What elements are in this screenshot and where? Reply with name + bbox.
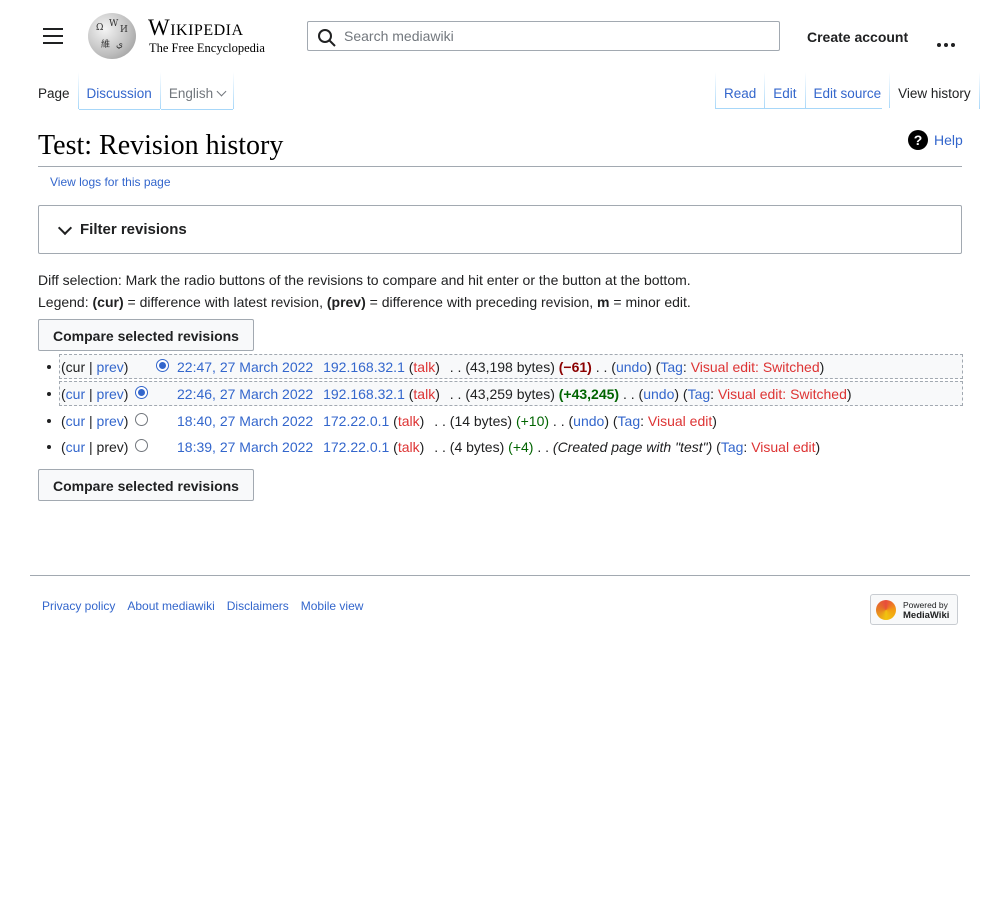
list-item: (cur | prev) 18:39, 27 March 2022 172.22… bbox=[38, 434, 964, 460]
language-dropdown[interactable]: English bbox=[160, 72, 234, 110]
tag-link[interactable]: Tag bbox=[618, 413, 641, 429]
list-item: (cur | prev) 22:47, 27 March 2022 192.16… bbox=[38, 354, 964, 381]
diff-new-radio[interactable] bbox=[135, 386, 148, 399]
more-icon[interactable] bbox=[937, 34, 959, 47]
size-diff: +10 bbox=[520, 413, 545, 429]
undo-link[interactable]: undo bbox=[643, 386, 674, 402]
language-label: English bbox=[168, 86, 214, 101]
powered-by-mediawiki-badge[interactable]: Powered by MediaWiki bbox=[870, 594, 958, 625]
chevron-down-icon bbox=[216, 86, 227, 97]
chevron-down-icon bbox=[57, 220, 73, 236]
revision-list: (cur | prev) 22:47, 27 March 2022 192.16… bbox=[38, 354, 964, 460]
tag-link[interactable]: Tag bbox=[721, 439, 744, 455]
compare-revisions-button-bottom[interactable]: Compare selected revisions bbox=[38, 469, 254, 501]
create-account-link[interactable]: Create account bbox=[807, 29, 908, 45]
cur-label: cur bbox=[65, 359, 86, 375]
list-item: (cur | prev) 22:46, 27 March 2022 192.16… bbox=[38, 381, 964, 408]
help-icon: ? bbox=[908, 130, 928, 150]
search-input[interactable] bbox=[344, 22, 764, 50]
diff-selection-text: Diff selection: Mark the radio buttons o… bbox=[38, 272, 691, 288]
logo-wordmark: Wikipedia bbox=[148, 15, 244, 40]
prev-link[interactable]: prev bbox=[97, 359, 124, 375]
view-logs-link[interactable]: View logs for this page bbox=[50, 175, 171, 189]
revision-date-link[interactable]: 22:47, 27 March 2022 bbox=[177, 359, 313, 375]
wikipedia-globe-icon: ΩWИ維ي bbox=[88, 13, 136, 59]
mobile-view-link[interactable]: Mobile view bbox=[301, 599, 364, 613]
filter-revisions-panel[interactable]: Filter revisions bbox=[38, 205, 962, 254]
byte-size: 43,259 bytes bbox=[470, 386, 551, 402]
footer-links: Privacy policy About mediawiki Disclaime… bbox=[42, 599, 363, 613]
tag-names[interactable]: Visual edit bbox=[648, 413, 712, 429]
filter-revisions-label: Filter revisions bbox=[80, 221, 187, 238]
diff-explanation: Diff selection: Mark the radio buttons o… bbox=[38, 269, 691, 313]
byte-size: 4 bytes bbox=[454, 439, 500, 455]
prev-link[interactable]: prev bbox=[97, 413, 124, 429]
page-title: Test: Revision history bbox=[38, 130, 284, 161]
size-diff: +4 bbox=[512, 439, 529, 455]
undo-link[interactable]: undo bbox=[573, 413, 604, 429]
diff-old-radio[interactable] bbox=[156, 359, 169, 372]
byte-size: 14 bytes bbox=[454, 413, 508, 429]
prev-label: prev bbox=[96, 439, 124, 455]
edit-summary: (Created page with "test") bbox=[552, 439, 713, 455]
privacy-policy-link[interactable]: Privacy policy bbox=[42, 599, 115, 613]
talk-link[interactable]: talk bbox=[413, 359, 435, 375]
title-divider bbox=[38, 166, 962, 167]
disclaimers-link[interactable]: Disclaimers bbox=[227, 599, 289, 613]
tab-view-history[interactable]: View history bbox=[890, 72, 979, 109]
user-link[interactable]: 172.22.0.1 bbox=[323, 413, 389, 429]
tag-names[interactable]: Visual edit: Switched bbox=[718, 386, 847, 402]
revision-date-link[interactable]: 18:39, 27 March 2022 bbox=[177, 439, 313, 455]
compare-revisions-button-top[interactable]: Compare selected revisions bbox=[38, 319, 254, 351]
byte-size: 43,198 bytes bbox=[470, 359, 551, 375]
diff-radio[interactable] bbox=[135, 439, 148, 452]
undo-link[interactable]: undo bbox=[616, 359, 647, 375]
search-icon bbox=[318, 29, 336, 47]
tab-edit-source[interactable]: Edit source bbox=[806, 72, 890, 109]
revision-date-link[interactable]: 22:46, 27 March 2022 bbox=[177, 386, 313, 402]
tab-read[interactable]: Read bbox=[716, 72, 764, 109]
tab-discussion[interactable]: Discussion bbox=[78, 72, 160, 110]
tag-names[interactable]: Visual edit: Switched bbox=[691, 359, 820, 375]
tag-link[interactable]: Tag bbox=[660, 359, 683, 375]
talk-link[interactable]: talk bbox=[398, 439, 420, 455]
prev-link[interactable]: prev bbox=[97, 386, 124, 402]
list-item: (cur | prev) 18:40, 27 March 2022 172.22… bbox=[38, 408, 964, 434]
user-link[interactable]: 192.168.32.1 bbox=[323, 359, 405, 375]
site-logo[interactable]: ΩWИ維ي Wikipedia The Free Encyclopedia bbox=[88, 13, 268, 61]
tag-link[interactable]: Tag bbox=[688, 386, 711, 402]
talk-link[interactable]: talk bbox=[413, 386, 435, 402]
size-diff: +43,245 bbox=[563, 386, 615, 402]
diff-radio[interactable] bbox=[135, 413, 148, 426]
search-box[interactable] bbox=[307, 21, 780, 51]
help-label: Help bbox=[934, 132, 963, 148]
tab-edit[interactable]: Edit bbox=[765, 72, 804, 109]
mediawiki-flower-icon bbox=[876, 600, 896, 620]
size-diff: −61 bbox=[563, 359, 588, 375]
help-link[interactable]: ? Help bbox=[908, 130, 963, 150]
talk-link[interactable]: talk bbox=[398, 413, 420, 429]
user-link[interactable]: 192.168.32.1 bbox=[323, 386, 405, 402]
menu-icon[interactable] bbox=[43, 28, 63, 46]
legend: Legend: (cur) = difference with latest r… bbox=[38, 294, 691, 310]
about-link[interactable]: About mediawiki bbox=[127, 599, 214, 613]
revision-date-link[interactable]: 18:40, 27 March 2022 bbox=[177, 413, 313, 429]
cur-link[interactable]: cur bbox=[66, 439, 85, 455]
logo-tagline: The Free Encyclopedia bbox=[149, 41, 265, 55]
tab-page[interactable]: Page bbox=[38, 72, 78, 110]
namespace-tabs: Page Discussion English bbox=[38, 72, 235, 110]
footer-divider bbox=[30, 575, 970, 576]
view-tabs: Read Edit Edit source View history bbox=[715, 72, 980, 109]
tag-names[interactable]: Visual edit bbox=[751, 439, 815, 455]
user-link[interactable]: 172.22.0.1 bbox=[323, 439, 389, 455]
cur-link[interactable]: cur bbox=[66, 386, 85, 402]
cur-link[interactable]: cur bbox=[66, 413, 85, 429]
